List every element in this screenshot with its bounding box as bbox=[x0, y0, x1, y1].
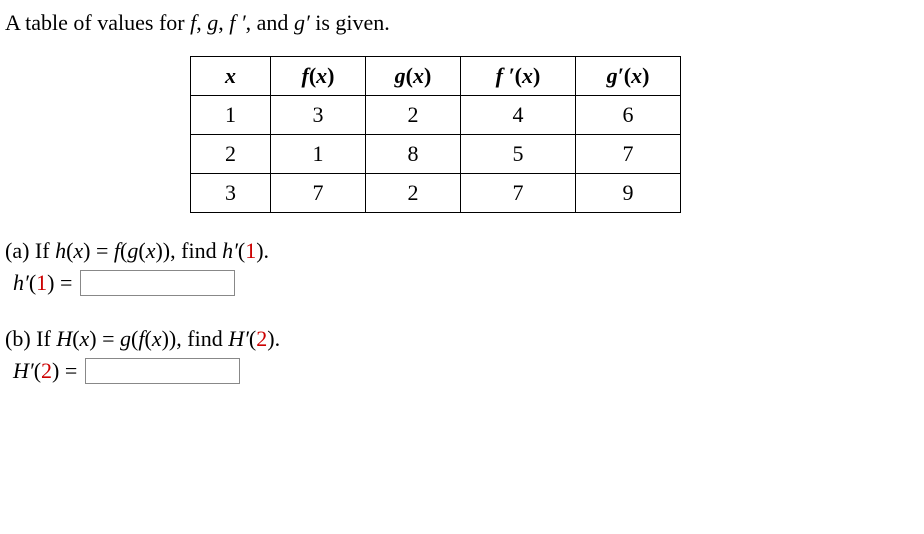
cell-fx: 1 bbox=[271, 135, 366, 174]
cell-gx: 2 bbox=[366, 96, 461, 135]
part-a-answer-input[interactable] bbox=[80, 270, 235, 296]
table-row: 1 3 2 4 6 bbox=[191, 96, 681, 135]
part-a-answer-label: h′(1) = bbox=[13, 270, 72, 296]
part-b-answer-line: H′(2) = bbox=[13, 358, 919, 384]
cell-fx: 3 bbox=[271, 96, 366, 135]
part-a-question: (a) If h(x) = f(g(x)), find h′(1). bbox=[5, 238, 919, 264]
part-b-answer-input[interactable] bbox=[85, 358, 240, 384]
part-b-question: (b) If H(x) = g(f(x)), find H′(2). bbox=[5, 326, 919, 352]
table-header-row: x f(x) g(x) f ′(x) g′(x) bbox=[191, 57, 681, 96]
header-gx: g(x) bbox=[366, 57, 461, 96]
cell-gpx: 9 bbox=[576, 174, 681, 213]
header-fpx: f ′(x) bbox=[461, 57, 576, 96]
cell-fpx: 7 bbox=[461, 174, 576, 213]
part-b-answer-label: H′(2) = bbox=[13, 358, 77, 384]
header-fx: f(x) bbox=[271, 57, 366, 96]
cell-gpx: 7 bbox=[576, 135, 681, 174]
cell-gx: 2 bbox=[366, 174, 461, 213]
cell-x: 2 bbox=[191, 135, 271, 174]
header-gpx: g′(x) bbox=[576, 57, 681, 96]
cell-fx: 7 bbox=[271, 174, 366, 213]
cell-fpx: 4 bbox=[461, 96, 576, 135]
part-b: (b) If H(x) = g(f(x)), find H′(2). H′(2)… bbox=[5, 326, 919, 384]
table-row: 2 1 8 5 7 bbox=[191, 135, 681, 174]
part-a: (a) If h(x) = f(g(x)), find h′(1). h′(1)… bbox=[5, 238, 919, 296]
cell-gpx: 6 bbox=[576, 96, 681, 135]
table-row: 3 7 2 7 9 bbox=[191, 174, 681, 213]
intro-text: A table of values for f, g, f ′, and g′ … bbox=[5, 10, 919, 36]
values-table: x f(x) g(x) f ′(x) g′(x) 1 3 2 4 6 2 1 8… bbox=[190, 56, 681, 213]
header-x: x bbox=[191, 57, 271, 96]
cell-fpx: 5 bbox=[461, 135, 576, 174]
cell-x: 3 bbox=[191, 174, 271, 213]
part-a-answer-line: h′(1) = bbox=[13, 270, 919, 296]
cell-gx: 8 bbox=[366, 135, 461, 174]
cell-x: 1 bbox=[191, 96, 271, 135]
